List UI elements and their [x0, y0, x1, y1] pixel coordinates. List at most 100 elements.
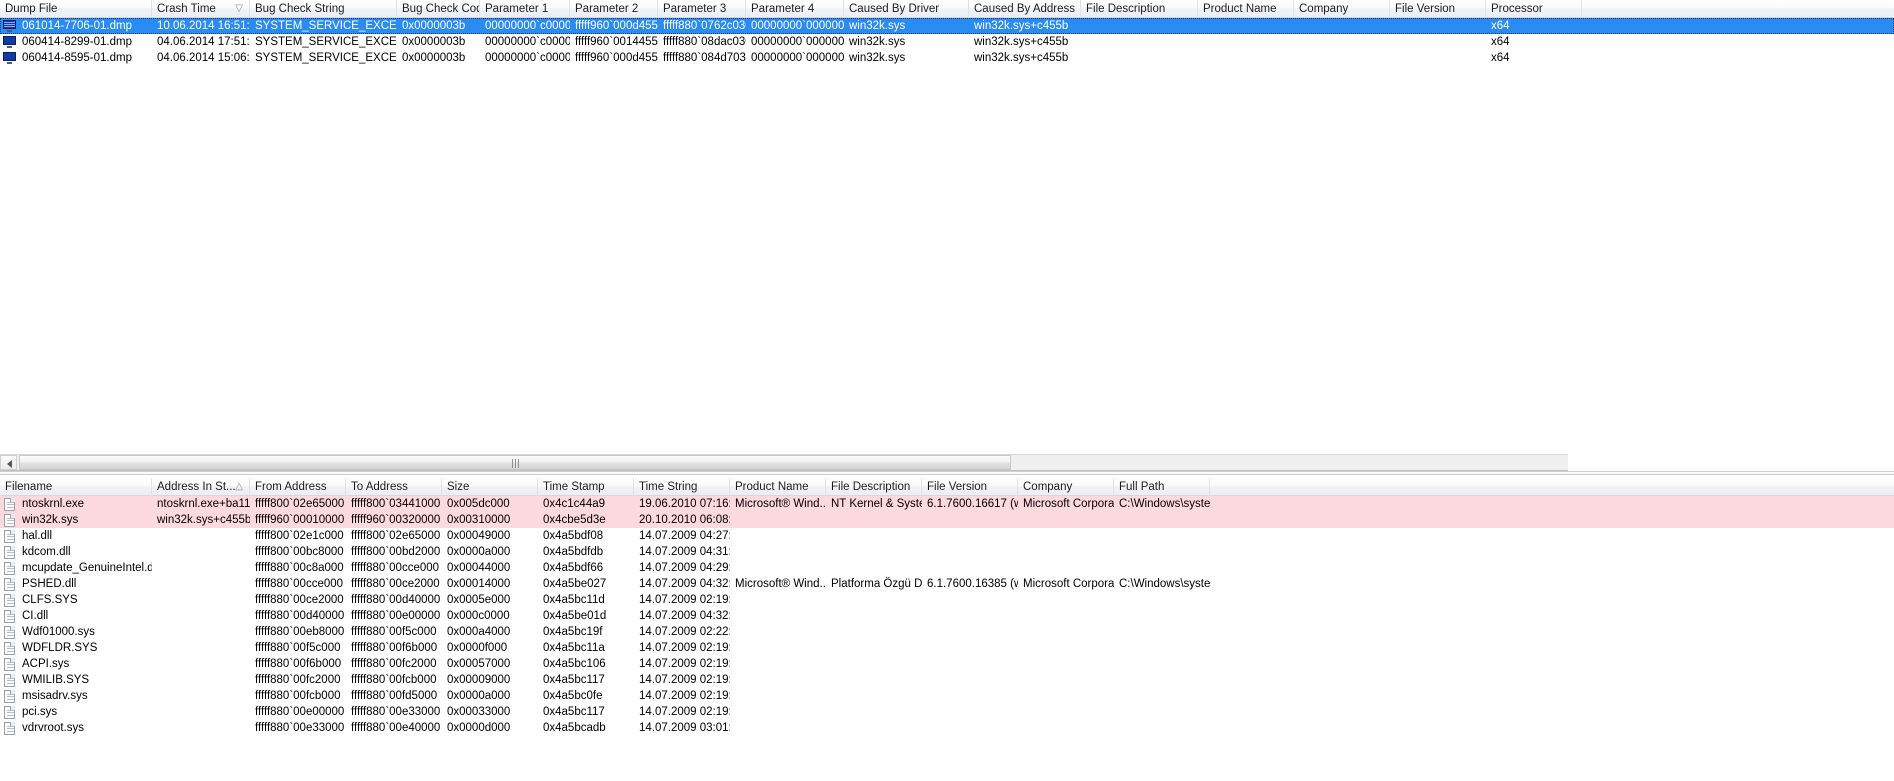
cell-text: fffff880`08dac030 — [663, 36, 746, 48]
table-cell: SYSTEM_SERVICE_EXCEPTION — [250, 18, 397, 34]
drivers-listview[interactable]: Filename Address In St... △ From Address To … — [0, 478, 1894, 781]
column-header[interactable]: Caused By Driver — [844, 0, 969, 18]
table-row[interactable]: 060414-8595-01.dmp 04.06.2014 15:06:42 SYS… — [0, 50, 1894, 66]
cell-text: fffff800`00bd2000 — [351, 546, 441, 558]
column-header[interactable]: File Version — [1390, 0, 1486, 18]
table-cell: fffff960`000d455b — [570, 18, 658, 34]
column-header[interactable]: File Description — [826, 478, 922, 496]
cell-text: fffff880`00d40000 — [255, 610, 345, 622]
table-cell: fffff880`08dac030 — [658, 34, 746, 50]
cell-text: 0x4a5bcadb — [543, 722, 606, 734]
column-header[interactable]: Full Path — [1114, 478, 1210, 496]
table-row[interactable]: mcupdate_GenuineIntel.dll fffff880`00c8a0… — [0, 560, 1894, 576]
table-row[interactable]: hal.dll fffff800`02e1c000 fffff800`02e6500… — [0, 528, 1894, 544]
crash-dumps-listview[interactable]: Dump File Crash Time ▽ Bug Check String Bug … — [0, 0, 1894, 450]
sort-indicator-icon: △ — [235, 481, 243, 492]
driver-file-icon — [4, 690, 15, 703]
table-cell — [1114, 624, 1210, 640]
row-primary-cell: mcupdate_GenuineIntel.dll — [0, 560, 152, 576]
column-header[interactable]: Caused By Address — [969, 0, 1081, 18]
cell-text: PSHED.dll — [22, 578, 77, 590]
table-cell — [730, 688, 826, 704]
table-cell — [152, 544, 250, 560]
table-cell: 14.07.2009 02:19:54 — [634, 640, 730, 656]
table-cell: win32k.sys+c455b — [969, 50, 1081, 66]
cell-text: C:\Windows\syste... — [1119, 578, 1210, 590]
column-header[interactable]: File Version — [922, 478, 1018, 496]
pane-splitter[interactable] — [0, 471, 1894, 475]
cell-text: SYSTEM_SERVICE_EXCEPTION — [255, 20, 397, 32]
driver-file-icon — [4, 530, 15, 543]
table-cell: fffff800`02e65000 — [250, 496, 346, 512]
crash-dumps-header-row[interactable]: Dump File Crash Time ▽ Bug Check String Bug … — [0, 0, 1894, 18]
column-header[interactable]: Parameter 4 — [746, 0, 844, 18]
table-cell: 00000000`000000... — [746, 34, 844, 50]
table-cell: fffff960`0014455b — [570, 34, 658, 50]
table-row[interactable]: ACPI.sys fffff880`00f6b000 fffff880`00fc20… — [0, 656, 1894, 672]
column-header[interactable]: Size — [442, 478, 538, 496]
table-cell: fffff800`03441000 — [346, 496, 442, 512]
column-header[interactable]: File Description — [1081, 0, 1198, 18]
table-row[interactable]: WMILIB.SYS fffff880`00fc2000 fffff880`00fc… — [0, 672, 1894, 688]
column-header[interactable]: Parameter 2 — [570, 0, 658, 18]
table-row[interactable]: Wdf01000.sys fffff880`00eb8000 fffff880`00… — [0, 624, 1894, 640]
table-cell: 0x4a5bc11a — [538, 640, 634, 656]
column-header[interactable]: Company — [1294, 0, 1390, 18]
table-cell: fffff880`00e33000 — [346, 704, 442, 720]
column-header[interactable]: Company — [1018, 478, 1114, 496]
table-row[interactable]: 061014-7706-01.dmp 10.06.2014 16:51:57 SYS… — [0, 18, 1894, 34]
table-row[interactable]: CI.dll fffff880`00d40000 fffff880`00e00000… — [0, 608, 1894, 624]
table-row[interactable]: kdcom.dll fffff800`00bc8000 fffff800`00bd2… — [0, 544, 1894, 560]
cell-text: 00000000`c00000... — [485, 20, 570, 32]
column-header[interactable]: Parameter 3 — [658, 0, 746, 18]
table-cell — [152, 624, 250, 640]
table-cell: 0x0000a000 — [442, 688, 538, 704]
crash-dumps-body[interactable]: 061014-7706-01.dmp 10.06.2014 16:51:57 SYS… — [0, 18, 1894, 66]
scrollbar-thumb[interactable] — [19, 455, 1011, 470]
column-header[interactable]: Dump File — [0, 0, 152, 18]
drivers-body[interactable]: ntoskrnl.exe ntoskrnl.exe+ba113 fffff800`0… — [0, 496, 1894, 736]
scroll-left-button[interactable] — [0, 455, 17, 470]
cell-text: 10.06.2014 16:51:57 — [157, 20, 250, 32]
column-header[interactable]: Crash Time ▽ — [152, 0, 250, 18]
table-row[interactable]: CLFS.SYS fffff880`00ce2000 fffff880`00d400… — [0, 592, 1894, 608]
column-header-label: Parameter 2 — [575, 3, 639, 15]
table-cell: fffff880`00cce000 — [250, 576, 346, 592]
cell-text: fffff880`00fc2000 — [351, 658, 437, 670]
column-header[interactable]: Address In St... △ — [152, 478, 250, 496]
column-header[interactable]: Filename — [0, 478, 152, 496]
cell-text: mcupdate_GenuineIntel.dll — [22, 562, 152, 574]
column-header[interactable]: Product Name — [730, 478, 826, 496]
column-header[interactable]: From Address — [250, 478, 346, 496]
table-cell — [922, 624, 1018, 640]
column-header[interactable]: To Address — [346, 478, 442, 496]
column-header[interactable]: Processor — [1486, 0, 1582, 18]
table-row[interactable]: win32k.sys win32k.sys+c455b fffff960`00010… — [0, 512, 1894, 528]
table-row[interactable]: pci.sys fffff880`00e00000 fffff880`00e3300… — [0, 704, 1894, 720]
cell-text: NT Kernel & System — [831, 498, 922, 510]
table-row[interactable]: ntoskrnl.exe ntoskrnl.exe+ba113 fffff800`0… — [0, 496, 1894, 512]
table-cell — [1198, 34, 1294, 50]
row-primary-cell: 060414-8299-01.dmp — [0, 34, 152, 50]
upper-pane-horizontal-scrollbar[interactable] — [0, 454, 1568, 471]
column-header[interactable]: Parameter 1 — [480, 0, 570, 18]
table-row[interactable]: WDFLDR.SYS fffff880`00f5c000 fffff880`00f6… — [0, 640, 1894, 656]
table-cell — [1114, 656, 1210, 672]
table-row[interactable]: msisadrv.sys fffff880`00fcb000 fffff880`00… — [0, 688, 1894, 704]
table-row[interactable]: vdrvroot.sys fffff880`00e33000 fffff880`00… — [0, 720, 1894, 736]
table-row[interactable]: 060414-8299-01.dmp 04.06.2014 17:51:01 SYS… — [0, 34, 1894, 50]
table-cell — [1114, 672, 1210, 688]
column-header[interactable]: Bug Check Code — [397, 0, 480, 18]
column-header[interactable]: Time String — [634, 478, 730, 496]
cell-text: 0x4a5be027 — [543, 578, 607, 590]
column-header[interactable]: Bug Check String — [250, 0, 397, 18]
column-header[interactable]: Time Stamp — [538, 478, 634, 496]
table-cell: 0x00044000 — [442, 560, 538, 576]
drivers-header-row[interactable]: Filename Address In St... △ From Address To … — [0, 478, 1894, 496]
table-cell — [152, 608, 250, 624]
driver-file-icon — [4, 722, 15, 735]
table-row[interactable]: PSHED.dll fffff880`00cce000 fffff880`00ce2… — [0, 576, 1894, 592]
cell-text: 14.07.2009 02:19:34 — [639, 658, 730, 670]
column-header[interactable]: Product Name — [1198, 0, 1294, 18]
column-header-label: Parameter 4 — [751, 3, 815, 15]
